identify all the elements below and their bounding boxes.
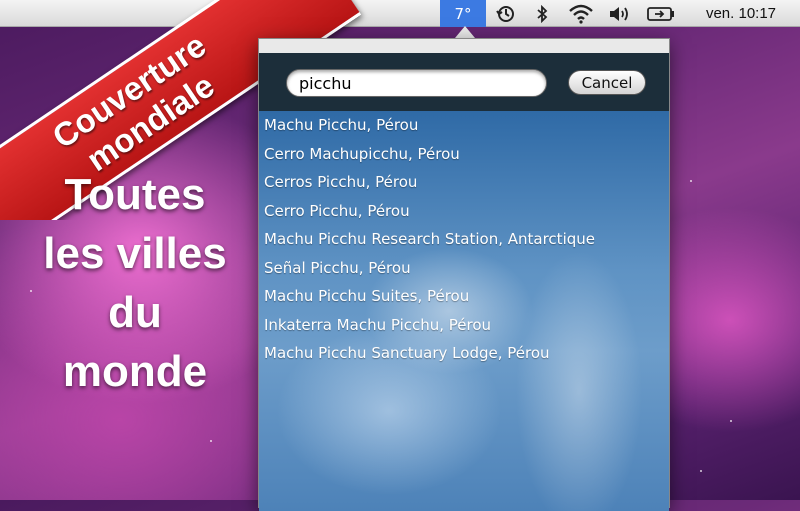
search-result-item[interactable]: Inkaterra Machu Picchu, Pérou bbox=[259, 311, 669, 340]
volume-icon[interactable] bbox=[606, 0, 634, 27]
search-header: Cancel bbox=[259, 53, 669, 111]
cancel-button[interactable]: Cancel bbox=[568, 70, 646, 95]
promo-tagline: Toutes les villes du monde bbox=[20, 165, 250, 401]
city-search-input[interactable] bbox=[286, 69, 547, 97]
wifi-icon[interactable] bbox=[565, 0, 597, 27]
star bbox=[210, 440, 212, 442]
search-result-item[interactable]: Machu Picchu Sanctuary Lodge, Pérou bbox=[259, 339, 669, 368]
search-result-item[interactable]: Cerros Picchu, Pérou bbox=[259, 168, 669, 197]
popover-pointer bbox=[455, 26, 475, 38]
battery-icon[interactable] bbox=[646, 0, 676, 27]
search-result-item[interactable]: Machu Picchu, Pérou bbox=[259, 111, 669, 140]
city-search-popover: Cancel Machu Picchu, PérouCerro Machupic… bbox=[258, 38, 670, 511]
star bbox=[690, 180, 692, 182]
bluetooth-icon[interactable] bbox=[532, 0, 552, 27]
menu-clock[interactable]: ven. 10:17 bbox=[688, 0, 794, 27]
search-result-item[interactable]: Señal Picchu, Pérou bbox=[259, 254, 669, 283]
star bbox=[700, 470, 702, 472]
tagline-line-1: Toutes bbox=[64, 170, 206, 219]
tagline-line-2: les villes bbox=[43, 229, 227, 278]
search-results-list: Machu Picchu, Pérou Cerro Machupicchu, Pé… bbox=[259, 111, 669, 511]
tagline-line-3: du bbox=[108, 288, 162, 337]
weather-temperature-menu[interactable]: 7° bbox=[440, 0, 486, 27]
search-result-item[interactable]: Machu Picchu Research Station, Antarctiq… bbox=[259, 225, 669, 254]
star bbox=[730, 420, 732, 422]
search-result-item[interactable]: Cerro Machupicchu, Pérou bbox=[259, 140, 669, 169]
search-result-item[interactable]: Cerro Picchu, Pérou bbox=[259, 197, 669, 226]
time-machine-icon[interactable] bbox=[495, 0, 517, 27]
search-result-item[interactable]: Machu Picchu Suites, Pérou bbox=[259, 282, 669, 311]
tagline-line-4: monde bbox=[62, 347, 208, 396]
